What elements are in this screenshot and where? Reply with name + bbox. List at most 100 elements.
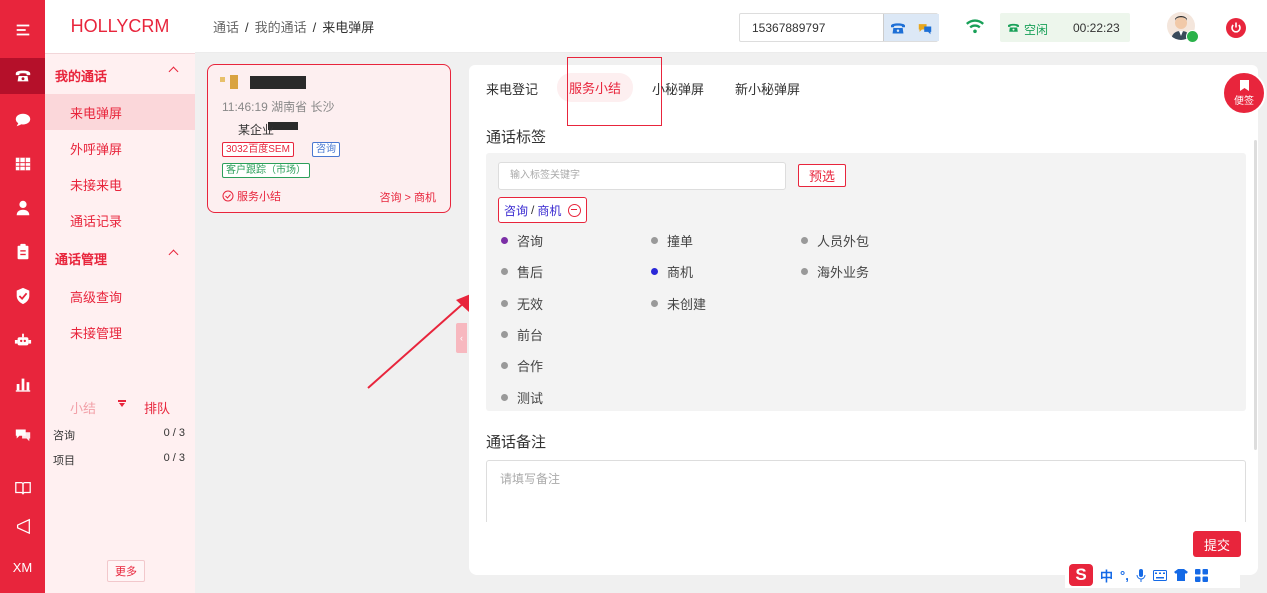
tag-option[interactable]: 前台 bbox=[501, 325, 543, 344]
more-button[interactable]: 更多 bbox=[107, 560, 145, 582]
breadcrumb-item[interactable]: 我的通话 bbox=[255, 20, 307, 35]
submit-button[interactable]: 提交 bbox=[1193, 531, 1241, 557]
main-panel: 来电登记 服务小结 小秘弹屏 新小秘弹屏 通话标签 输入标签关键字 预选 咨询 … bbox=[469, 57, 1258, 575]
status-label: 空闲 bbox=[1024, 23, 1049, 37]
phone-number-field[interactable]: 15367889797 bbox=[739, 13, 939, 42]
card-status: 服务小结 bbox=[222, 188, 281, 204]
tab-queue[interactable]: 排队 bbox=[144, 398, 170, 417]
shield-icon[interactable] bbox=[0, 278, 45, 314]
caller-org: 某企业 bbox=[238, 123, 275, 137]
skin-icon[interactable] bbox=[1173, 569, 1188, 581]
tag-option[interactable]: 海外业务 bbox=[801, 262, 869, 281]
grid-icon[interactable] bbox=[0, 146, 45, 182]
punctuation-icon[interactable]: °, bbox=[1120, 568, 1129, 583]
dial-icon[interactable] bbox=[890, 21, 906, 35]
tag-option[interactable]: 咨询 bbox=[501, 231, 543, 250]
tag-dot-icon bbox=[801, 268, 808, 276]
tag-option-label: 商机 bbox=[667, 265, 694, 281]
tab-new-assistant-popup[interactable]: 新小秘弹屏 bbox=[735, 79, 800, 98]
card-tag-path: 咨询 > 商机 bbox=[379, 192, 436, 204]
clipboard-icon[interactable] bbox=[0, 234, 45, 270]
tag-option-label: 无效 bbox=[517, 296, 544, 312]
transfer-icon[interactable] bbox=[917, 21, 933, 35]
sidebar-item-missed-management[interactable]: 未接管理 bbox=[45, 314, 195, 350]
call-time-location: 11:46:19 湖南省 长沙 bbox=[222, 100, 335, 114]
sidebar-item-label: 高级查询 bbox=[70, 289, 123, 305]
queue-row-label: 咨询 bbox=[53, 430, 75, 442]
sidebar-item-label: 未接管理 bbox=[70, 325, 123, 341]
call-tags-title: 通话标签 bbox=[486, 129, 547, 146]
tag-dot-icon bbox=[501, 299, 508, 307]
tag-option[interactable]: 商机 bbox=[651, 262, 693, 281]
ime-mode[interactable]: 中 bbox=[1100, 566, 1113, 585]
sidebar-item-label: 通话记录 bbox=[70, 213, 123, 229]
sidebar-item-call-records[interactable]: 通话记录 bbox=[45, 202, 195, 238]
tag-search-input[interactable]: 输入标签关键字 bbox=[498, 162, 786, 190]
remark-textarea[interactable]: 请填写备注 bbox=[486, 460, 1246, 522]
rail-footer-label[interactable]: XM bbox=[0, 549, 45, 585]
collapse-handle[interactable]: ‹ bbox=[456, 323, 467, 353]
tab-call-registration[interactable]: 来电登记 bbox=[486, 79, 538, 98]
toolbox-icon[interactable] bbox=[1194, 568, 1208, 582]
remove-circle-icon[interactable] bbox=[568, 203, 582, 217]
tag-option[interactable]: 合作 bbox=[501, 356, 543, 375]
breadcrumb-item[interactable]: 通话 bbox=[213, 20, 239, 35]
chat-icon[interactable] bbox=[0, 102, 45, 138]
nav-group-my-calls[interactable]: 我的通话 bbox=[45, 57, 195, 93]
sidebar-item-missed-calls[interactable]: 未接来电 bbox=[45, 166, 195, 202]
tag-option-label: 合作 bbox=[517, 359, 544, 375]
caret-down-icon bbox=[118, 400, 126, 407]
sidebar-item-advanced-query[interactable]: 高级查询 bbox=[45, 278, 195, 314]
online-check-icon bbox=[1186, 30, 1199, 43]
user-icon[interactable] bbox=[0, 190, 45, 226]
message-icon[interactable] bbox=[0, 416, 45, 452]
redacted-avatar bbox=[230, 75, 238, 89]
tab-summary[interactable]: 小结 bbox=[70, 398, 96, 417]
sidebar-item-incoming-popup[interactable]: 来电弹屏 bbox=[45, 94, 195, 130]
sidebar-item-outgoing-popup[interactable]: 外呼弹屏 bbox=[45, 130, 195, 166]
book-icon[interactable] bbox=[0, 470, 45, 506]
call-remark-title: 通话备注 bbox=[486, 434, 547, 451]
megaphone-icon[interactable] bbox=[0, 508, 45, 544]
nav-group-call-management[interactable]: 通话管理 bbox=[45, 240, 195, 276]
tag-option[interactable]: 售后 bbox=[501, 262, 543, 281]
tag-option-label: 咨询 bbox=[517, 234, 544, 249]
bar-chart-icon[interactable] bbox=[0, 366, 45, 402]
sticky-note-button[interactable]: 便签 bbox=[1222, 71, 1266, 115]
sogou-logo-icon[interactable]: S bbox=[1069, 564, 1093, 586]
tab-highlight-box bbox=[567, 57, 662, 126]
preselect-button[interactable]: 预选 bbox=[798, 164, 846, 187]
active-call-card[interactable]: 11:46:19 湖南省 长沙 某企业 3032百度SEM 咨询 客户跟踪（市场… bbox=[207, 64, 451, 213]
tag-option[interactable]: 无效 bbox=[501, 294, 543, 313]
remark-placeholder: 请填写备注 bbox=[500, 472, 561, 486]
robot-icon[interactable] bbox=[0, 322, 45, 358]
tag-dot-icon bbox=[501, 362, 508, 370]
microphone-icon[interactable] bbox=[1136, 568, 1146, 582]
breadcrumb-current: 来电弹屏 bbox=[322, 20, 375, 35]
type-tag: 咨询 bbox=[312, 142, 340, 157]
tag-option[interactable]: 撞单 bbox=[651, 231, 693, 250]
selected-tag-sep: / bbox=[531, 203, 535, 217]
tab-assistant-popup[interactable]: 小秘弹屏 bbox=[652, 79, 704, 98]
menu-icon[interactable] bbox=[0, 12, 45, 48]
logout-button[interactable] bbox=[1226, 18, 1246, 38]
scrollbar[interactable] bbox=[1254, 140, 1257, 450]
selected-tag[interactable]: 咨询 / 商机 bbox=[498, 197, 588, 223]
power-icon bbox=[1231, 22, 1241, 33]
source-tag: 3032百度SEM bbox=[222, 142, 294, 157]
tag-option[interactable]: 人员外包 bbox=[801, 231, 869, 250]
agent-status[interactable]: 空闲 00:22:23 bbox=[1000, 13, 1130, 42]
tag-option-label: 前台 bbox=[517, 327, 544, 343]
tag-option[interactable]: 未创建 bbox=[651, 294, 706, 313]
icon-rail: XM bbox=[0, 0, 45, 593]
phone-status-icon bbox=[1008, 23, 1019, 32]
phone-icon[interactable] bbox=[0, 58, 45, 94]
tag-dot-icon bbox=[651, 299, 658, 307]
tag-dot-icon bbox=[501, 268, 508, 276]
tag-option-label: 海外业务 bbox=[817, 265, 870, 281]
tag-option[interactable]: 测试 bbox=[501, 388, 543, 407]
keyboard-icon[interactable] bbox=[1152, 569, 1167, 581]
wifi-icon bbox=[966, 19, 984, 34]
app-logo[interactable]: HOLLYCRM bbox=[45, 0, 195, 54]
redacted-caller-name bbox=[250, 76, 306, 89]
